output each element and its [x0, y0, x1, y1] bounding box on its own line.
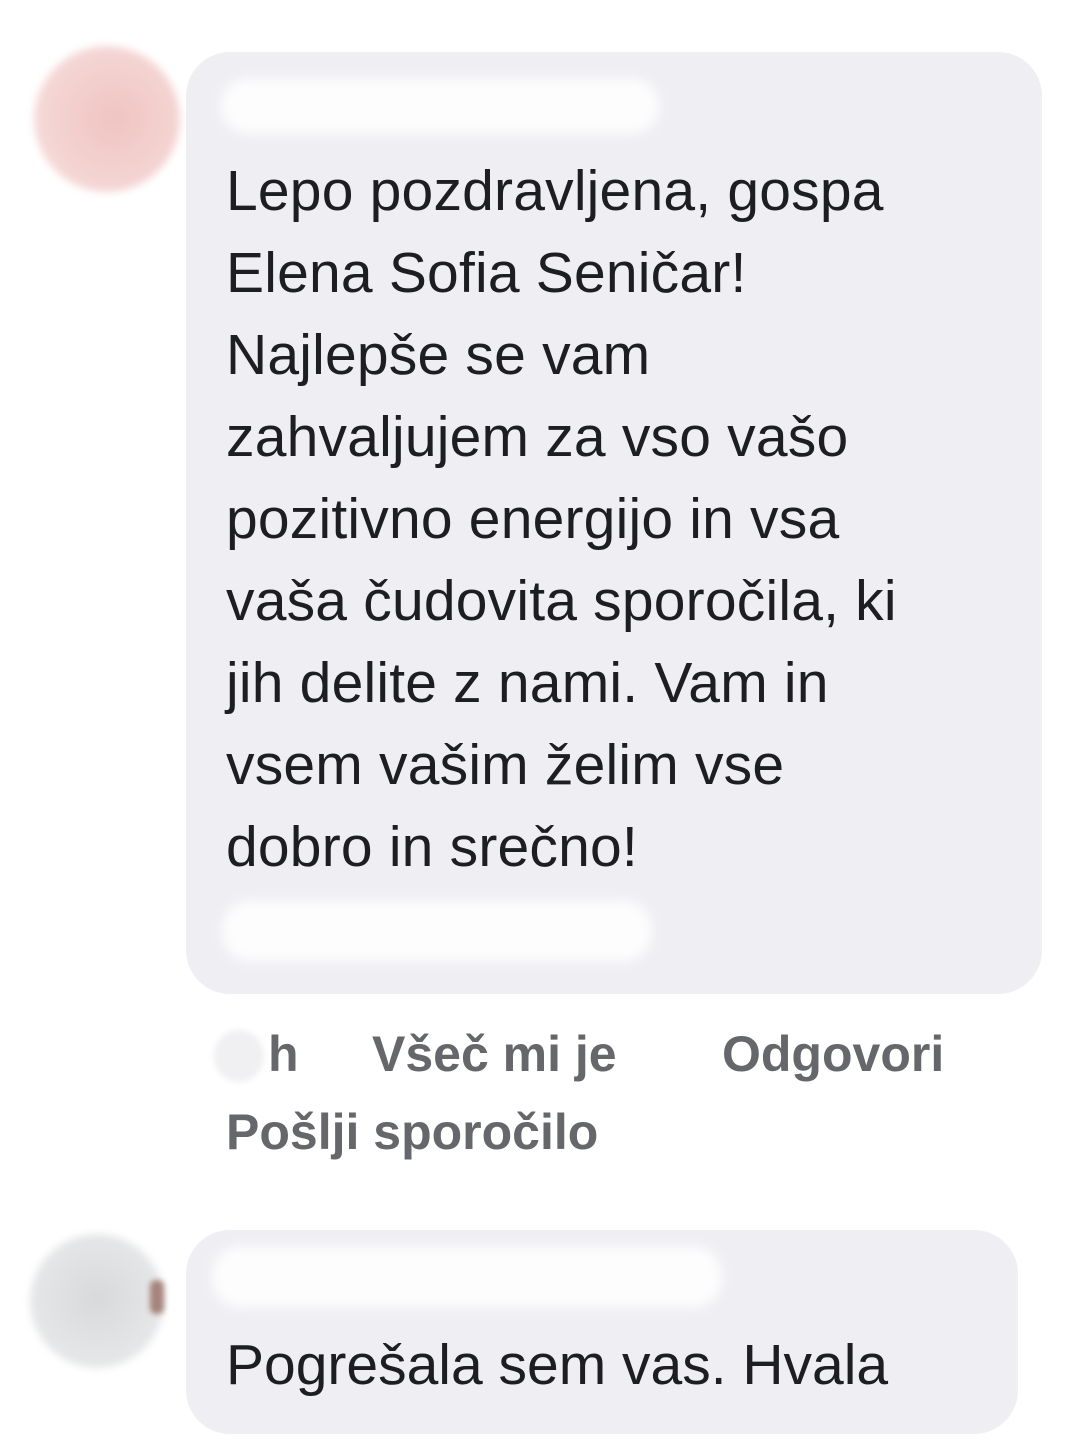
- commenter-avatar-2[interactable]: [30, 1234, 164, 1368]
- avatar-edge-decoration: [150, 1280, 164, 1314]
- comment-thread: Lepo pozdravljena, gospa Elena Sofia Sen…: [0, 0, 1080, 1445]
- timestamp-suffix[interactable]: h: [268, 1016, 299, 1092]
- send-message-button[interactable]: Pošlji sporočilo: [226, 1094, 598, 1170]
- commenter-avatar[interactable]: [34, 46, 180, 192]
- blurred-timestamp: [214, 1030, 264, 1082]
- comment-text: Lepo pozdravljena, gospa Elena Sofia Sen…: [226, 159, 897, 879]
- blurred-commenter-name: [220, 78, 660, 134]
- like-button[interactable]: Všeč mi je: [372, 1016, 617, 1092]
- reply-button[interactable]: Odgovori: [722, 1016, 944, 1092]
- comment-text-2: Pogrešala sem vas. Hvala: [226, 1333, 889, 1397]
- blurred-signature: [222, 900, 652, 962]
- blurred-commenter-name-2: [212, 1246, 722, 1308]
